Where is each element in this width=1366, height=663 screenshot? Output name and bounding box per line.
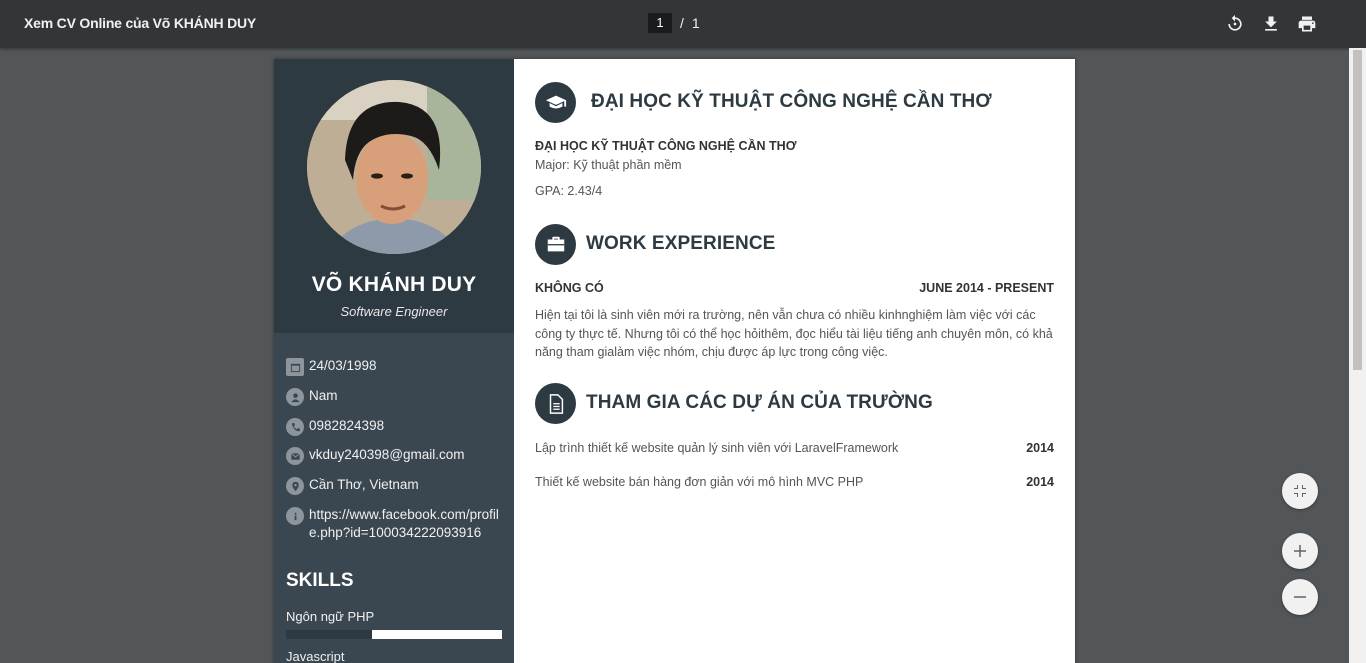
document-title: Xem CV Online của Võ KHÁNH DUY <box>24 15 257 31</box>
skills-heading: SKILLS <box>286 570 354 591</box>
cv-sidebar: VÕ KHÁNH DUY Software Engineer 24/03/199… <box>274 59 514 663</box>
website-value[interactable]: https://www.facebook.com/profile.php?id=… <box>309 506 508 542</box>
education-major: Major: Kỹ thuật phần mềm <box>535 158 682 172</box>
skill-bar <box>286 630 502 639</box>
current-page-input[interactable]: 1 <box>648 13 672 33</box>
project-name: Thiết kế website bán hàng đơn giản với m… <box>535 475 864 489</box>
briefcase-icon <box>547 236 564 251</box>
sidebar-header: VÕ KHÁNH DUY Software Engineer <box>274 59 514 333</box>
projects-heading: THAM GIA CÁC DỰ ÁN CỦA TRƯỜNG <box>586 392 933 413</box>
page-indicator: 1 / 1 <box>648 13 700 33</box>
zoom-in-icon <box>1294 545 1306 557</box>
skill-label: Javascript <box>286 649 345 663</box>
info-email: vkduy240398@gmail.com <box>286 446 508 465</box>
section-icon-projects <box>535 383 576 424</box>
cv-name: VÕ KHÁNH DUY <box>311 273 477 296</box>
education-heading: ĐẠI HỌC KỸ THUẬT CÔNG NGHỆ CẦN THƠ <box>591 91 992 112</box>
project-name: Lập trình thiết kế website quản lý sinh … <box>535 441 899 455</box>
avatar <box>307 80 481 254</box>
education-school: ĐẠI HỌC KỸ THUẬT CÔNG NGHỆ CẦN THƠ <box>535 139 797 153</box>
work-heading: WORK EXPERIENCE <box>586 233 776 254</box>
phone-value: 0982824398 <box>309 418 385 433</box>
print-icon <box>1298 16 1316 32</box>
total-pages: 1 <box>691 15 700 31</box>
section-icon-work <box>535 224 576 265</box>
birthday-value: 24/03/1998 <box>309 358 377 373</box>
phone-icon <box>286 418 304 436</box>
gender-value: Nam <box>309 388 338 403</box>
print-button[interactable] <box>1295 12 1319 36</box>
project-year: 2014 <box>1026 475 1054 489</box>
graduation-cap-icon <box>545 95 566 108</box>
pdf-page: VÕ KHÁNH DUY Software Engineer 24/03/199… <box>274 59 1075 663</box>
info-location: Cần Thơ, Vietnam <box>286 476 508 495</box>
download-icon <box>1265 16 1277 31</box>
section-icon-education <box>535 82 576 123</box>
page-separator: / <box>680 15 684 31</box>
work-company: KHÔNG CÓ <box>535 281 604 295</box>
vertical-scrollbar[interactable] <box>1349 48 1366 663</box>
info-website: https://www.facebook.com/profile.php?id=… <box>286 506 508 542</box>
education-gpa: GPA: 2.43/4 <box>535 184 603 198</box>
info-icon <box>286 507 304 525</box>
email-value: vkduy240398@gmail.com <box>309 447 465 462</box>
skill-bar-fill <box>286 630 373 639</box>
location-value: Cần Thơ, Vietnam <box>309 477 419 492</box>
cv-main: ĐẠI HỌC KỸ THUẬT CÔNG NGHỆ CẦN THƠ ĐẠI H… <box>514 59 1075 663</box>
zoom-in-button[interactable] <box>1282 533 1318 569</box>
fit-page-icon <box>1294 485 1306 497</box>
calendar-icon <box>286 358 304 376</box>
email-icon <box>286 447 304 465</box>
scrollbar-thumb[interactable] <box>1353 50 1362 370</box>
avatar-photo <box>307 80 481 254</box>
download-button[interactable] <box>1259 12 1283 36</box>
skill-label: Ngôn ngữ PHP <box>286 609 375 624</box>
location-icon <box>286 477 304 495</box>
info-phone: 0982824398 <box>286 417 508 436</box>
info-birthday: 24/03/1998 <box>286 357 508 376</box>
project-year: 2014 <box>1026 441 1054 455</box>
pdf-toolbar: Xem CV Online của Võ KHÁNH DUY 1 / 1 <box>0 0 1366 48</box>
cv-role: Software Engineer <box>340 304 448 319</box>
work-period: JUNE 2014 - PRESENT <box>919 281 1054 295</box>
info-gender: Nam <box>286 387 508 406</box>
zoom-out-button[interactable] <box>1282 579 1318 615</box>
fit-page-button[interactable] <box>1282 473 1318 509</box>
zoom-out-icon <box>1294 596 1306 598</box>
rotate-icon <box>1228 14 1242 31</box>
user-icon <box>286 388 304 406</box>
document-icon <box>549 393 563 414</box>
rotate-button[interactable] <box>1223 12 1247 36</box>
work-description: Hiện tại tôi là sinh viên mới ra trường,… <box>535 308 1053 359</box>
